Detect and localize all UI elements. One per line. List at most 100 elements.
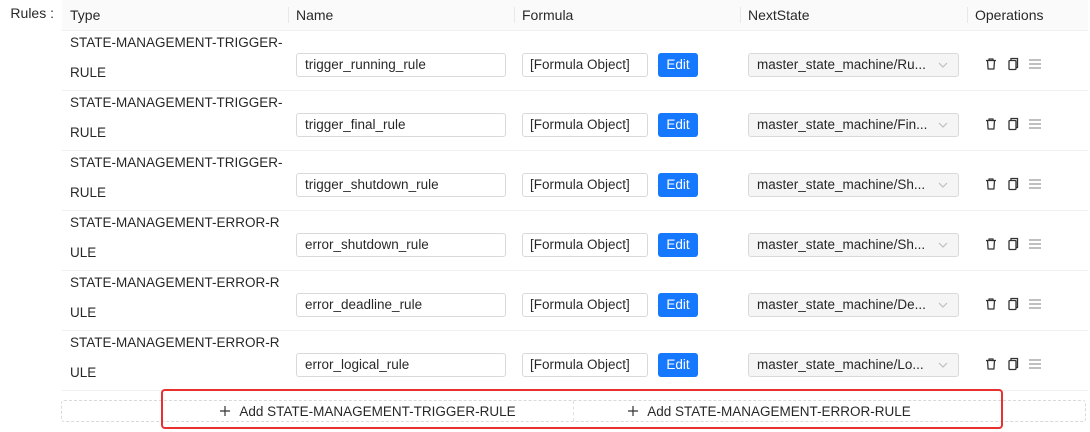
- rule-type: STATE-MANAGEMENT-ERROR-RULE: [70, 335, 280, 380]
- next-state-cell: master_state_machine/Fin...: [740, 91, 967, 150]
- table-body: STATE-MANAGEMENT-TRIGGER-RULE trigger_ru…: [62, 31, 1088, 391]
- copy-icon[interactable]: [1005, 236, 1021, 252]
- trash-icon[interactable]: [983, 356, 999, 372]
- copy-icon[interactable]: [1005, 116, 1021, 132]
- next-state-select[interactable]: master_state_machine/Ru...: [748, 53, 959, 77]
- copy-icon[interactable]: [1005, 176, 1021, 192]
- rule-type: STATE-MANAGEMENT-TRIGGER-RULE: [70, 155, 283, 200]
- add-rule-bar: Add STATE-MANAGEMENT-TRIGGER-RULE Add ST…: [61, 400, 1086, 422]
- name-cell: error_shutdown_rule: [288, 211, 514, 270]
- edit-formula-button[interactable]: Edit: [658, 233, 698, 257]
- rules-table: Type Name Formula NextState Operations S…: [62, 0, 1088, 391]
- name-cell: error_logical_rule: [288, 331, 514, 390]
- copy-icon[interactable]: [1005, 56, 1021, 72]
- trash-icon[interactable]: [983, 236, 999, 252]
- next-state-cell: master_state_machine/Lo...: [740, 331, 967, 390]
- formula-cell: [Formula Object] Edit: [514, 151, 740, 210]
- rule-name-input[interactable]: trigger_final_rule: [296, 113, 506, 137]
- drag-handle-icon[interactable]: [1027, 296, 1043, 312]
- drag-handle-icon[interactable]: [1027, 356, 1043, 372]
- next-state-cell: master_state_machine/Sh...: [740, 151, 967, 210]
- formula-cell: [Formula Object] Edit: [514, 331, 740, 390]
- plus-icon: [628, 406, 639, 416]
- formula-input[interactable]: [Formula Object]: [522, 173, 648, 197]
- operations-cell: [967, 91, 1088, 150]
- edit-formula-button[interactable]: Edit: [658, 293, 698, 317]
- rule-type: STATE-MANAGEMENT-ERROR-RULE: [70, 215, 280, 260]
- formula-input[interactable]: [Formula Object]: [522, 293, 648, 317]
- edit-formula-button[interactable]: Edit: [658, 113, 698, 137]
- copy-icon[interactable]: [1005, 356, 1021, 372]
- formula-cell: [Formula Object] Edit: [514, 211, 740, 270]
- edit-formula-button[interactable]: Edit: [658, 53, 698, 77]
- copy-icon[interactable]: [1005, 296, 1021, 312]
- formula-input[interactable]: [Formula Object]: [522, 53, 648, 77]
- edit-formula-button[interactable]: Edit: [658, 353, 698, 377]
- formula-input[interactable]: [Formula Object]: [522, 353, 648, 377]
- next-state-value: master_state_machine/Sh...: [757, 177, 926, 192]
- next-state-value: master_state_machine/De...: [757, 297, 926, 312]
- formula-cell: [Formula Object] Edit: [514, 31, 740, 90]
- header-formula: Formula: [514, 0, 740, 30]
- chevron-down-icon: [938, 182, 948, 188]
- name-cell: trigger_running_rule: [288, 31, 514, 90]
- trash-icon[interactable]: [983, 116, 999, 132]
- formula-cell: [Formula Object] Edit: [514, 271, 740, 330]
- rule-name-input[interactable]: error_deadline_rule: [296, 293, 506, 317]
- add-error-rule-label: Add STATE-MANAGEMENT-ERROR-RULE: [647, 403, 911, 419]
- name-cell: error_deadline_rule: [288, 271, 514, 330]
- next-state-select[interactable]: master_state_machine/Sh...: [748, 233, 959, 257]
- trash-icon[interactable]: [983, 56, 999, 72]
- next-state-select[interactable]: master_state_machine/Fin...: [748, 113, 959, 137]
- trash-icon[interactable]: [983, 176, 999, 192]
- rule-name-input[interactable]: trigger_shutdown_rule: [296, 173, 506, 197]
- rules-label: Rules :: [10, 5, 54, 21]
- next-state-select[interactable]: master_state_machine/Lo...: [748, 353, 959, 377]
- name-cell: trigger_shutdown_rule: [288, 151, 514, 210]
- drag-handle-icon[interactable]: [1027, 116, 1043, 132]
- rule-type: STATE-MANAGEMENT-TRIGGER-RULE: [70, 35, 283, 80]
- chevron-down-icon: [938, 122, 948, 128]
- next-state-value: master_state_machine/Ru...: [757, 57, 926, 72]
- chevron-down-icon: [938, 62, 948, 68]
- chevron-down-icon: [938, 362, 948, 368]
- add-trigger-rule-button[interactable]: Add STATE-MANAGEMENT-TRIGGER-RULE: [162, 401, 574, 421]
- next-state-select[interactable]: master_state_machine/De...: [748, 293, 959, 317]
- operations-cell: [967, 151, 1088, 210]
- operations-cell: [967, 271, 1088, 330]
- operations-cell: [967, 211, 1088, 270]
- edit-formula-button[interactable]: Edit: [658, 173, 698, 197]
- next-state-cell: master_state_machine/Ru...: [740, 31, 967, 90]
- operations-cell: [967, 331, 1088, 390]
- next-state-value: master_state_machine/Sh...: [757, 237, 926, 252]
- rule-type: STATE-MANAGEMENT-TRIGGER-RULE: [70, 95, 283, 140]
- next-state-select[interactable]: master_state_machine/Sh...: [748, 173, 959, 197]
- next-state-cell: master_state_machine/Sh...: [740, 211, 967, 270]
- header-name: Name: [288, 0, 514, 30]
- next-state-value: master_state_machine/Fin...: [757, 117, 928, 132]
- formula-input[interactable]: [Formula Object]: [522, 113, 648, 137]
- rule-type: STATE-MANAGEMENT-ERROR-RULE: [70, 275, 280, 320]
- trash-icon[interactable]: [983, 296, 999, 312]
- formula-cell: [Formula Object] Edit: [514, 91, 740, 150]
- drag-handle-icon[interactable]: [1027, 176, 1043, 192]
- chevron-down-icon: [938, 302, 948, 308]
- operations-cell: [967, 31, 1088, 90]
- next-state-value: master_state_machine/Lo...: [757, 357, 924, 372]
- plus-icon: [220, 406, 231, 416]
- drag-handle-icon[interactable]: [1027, 56, 1043, 72]
- add-trigger-rule-label: Add STATE-MANAGEMENT-TRIGGER-RULE: [239, 403, 516, 419]
- header-operations: Operations: [967, 0, 1088, 30]
- name-cell: trigger_final_rule: [288, 91, 514, 150]
- rule-name-input[interactable]: error_shutdown_rule: [296, 233, 506, 257]
- rule-name-input[interactable]: error_logical_rule: [296, 353, 506, 377]
- rule-name-input[interactable]: trigger_running_rule: [296, 53, 506, 77]
- next-state-cell: master_state_machine/De...: [740, 271, 967, 330]
- header-next-state: NextState: [740, 0, 967, 30]
- type-cell: STATE-MANAGEMENT-ERROR-RULE: [62, 331, 288, 390]
- table-row: STATE-MANAGEMENT-ERROR-RULE error_logica…: [62, 331, 1088, 391]
- drag-handle-icon[interactable]: [1027, 236, 1043, 252]
- add-error-rule-button[interactable]: Add STATE-MANAGEMENT-ERROR-RULE: [574, 401, 964, 421]
- chevron-down-icon: [938, 242, 948, 248]
- formula-input[interactable]: [Formula Object]: [522, 233, 648, 257]
